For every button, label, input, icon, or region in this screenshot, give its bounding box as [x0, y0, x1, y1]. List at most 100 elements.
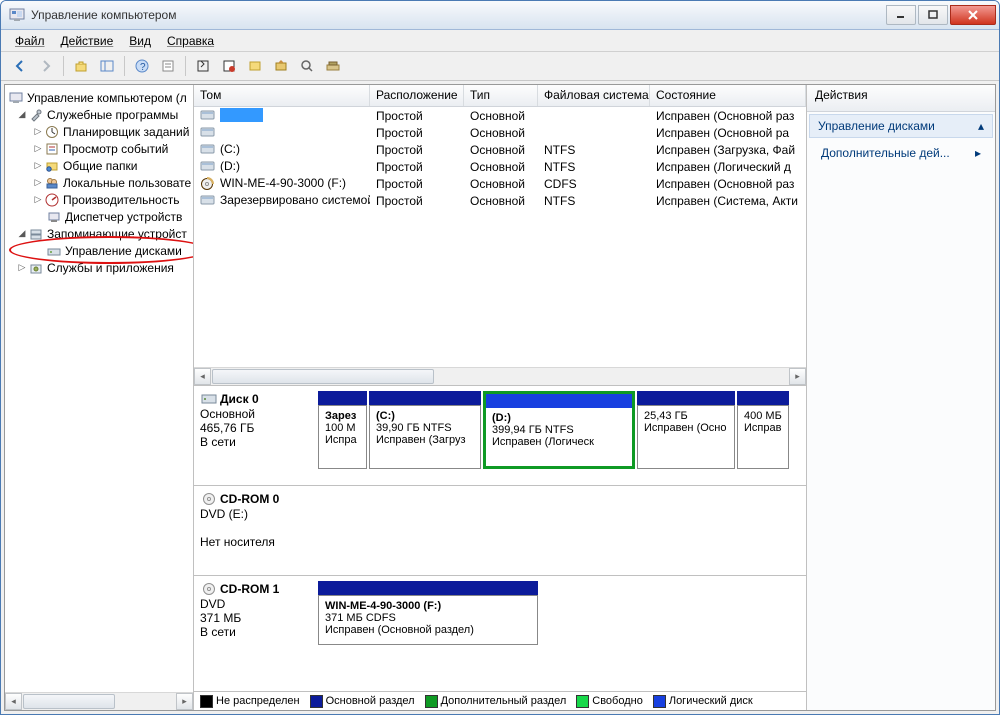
tree-horizontal-scrollbar[interactable]: ◂ ▸: [5, 692, 193, 710]
expand-icon[interactable]: ▷: [33, 177, 43, 188]
scroll-right-icon[interactable]: ▸: [789, 368, 806, 385]
volume-horizontal-scrollbar[interactable]: ◂ ▸: [194, 367, 806, 385]
expand-icon[interactable]: ▷: [33, 143, 43, 154]
menu-help[interactable]: Справка: [159, 32, 222, 50]
expand-icon[interactable]: ▷: [33, 126, 43, 137]
properties-button[interactable]: [157, 55, 179, 77]
action-more[interactable]: Дополнительные дей... ▸: [807, 140, 995, 166]
col-layout[interactable]: Расположение: [370, 85, 464, 106]
expand-icon[interactable]: ▷: [33, 160, 43, 171]
col-volume[interactable]: Том: [194, 85, 370, 106]
option2-icon[interactable]: [296, 55, 318, 77]
option1-icon[interactable]: [270, 55, 292, 77]
volume-row[interactable]: ПростойОсновнойИсправен (Основной раз: [194, 107, 806, 124]
scroll-thumb[interactable]: [212, 369, 434, 384]
actions-header: Действия: [807, 85, 995, 112]
disk-size: 371 МБ: [200, 611, 318, 625]
tree-system-tools[interactable]: Служебные программы: [47, 108, 178, 122]
show-hide-tree-button[interactable]: [96, 55, 118, 77]
col-type[interactable]: Тип: [464, 85, 538, 106]
disk-type: DVD: [200, 597, 318, 611]
menu-action[interactable]: Действие: [53, 32, 122, 50]
volume-row[interactable]: (D:)ПростойОсновнойNTFSИсправен (Логичес…: [194, 158, 806, 175]
tree-local-users[interactable]: Локальные пользовате: [63, 176, 191, 190]
menu-file[interactable]: Файл: [7, 32, 53, 50]
disk-row-cdrom1[interactable]: CD-ROM 1 DVD 371 МБ В сети WIN-ME-4-90-3…: [194, 576, 806, 654]
cdrom-icon: [201, 491, 217, 507]
scroll-right-icon[interactable]: ▸: [176, 693, 193, 710]
disk-row-0[interactable]: Диск 0 Основной 465,76 ГБ В сети Зарез10…: [194, 386, 806, 486]
volume-list-body[interactable]: ПростойОсновнойИсправен (Основной разПро…: [194, 107, 806, 367]
option3-icon[interactable]: [322, 55, 344, 77]
tree-performance[interactable]: Производительность: [63, 193, 179, 207]
partition-d[interactable]: (D:)399,94 ГБ NTFSИсправен (Логическ: [483, 391, 635, 469]
volume-row[interactable]: Зарезервировано системойПростойОсновнойN…: [194, 192, 806, 209]
disk-type: DVD (E:): [200, 507, 318, 521]
help-button[interactable]: ?: [131, 55, 153, 77]
volume-row[interactable]: ПростойОсновнойИсправен (Основной ра: [194, 124, 806, 141]
minimize-button[interactable]: [886, 5, 916, 25]
collapse-icon[interactable]: ◢: [17, 228, 27, 239]
refresh-button[interactable]: [192, 55, 214, 77]
col-status[interactable]: Состояние: [650, 85, 806, 106]
tree-task-scheduler[interactable]: Планировщик заданий: [63, 125, 189, 139]
disk-status: В сети: [200, 435, 318, 449]
disk-header-cdrom1: CD-ROM 1 DVD 371 МБ В сети: [200, 581, 318, 649]
tool-icon[interactable]: [218, 55, 240, 77]
volume-list-header: Том Расположение Тип Файловая система Со…: [194, 85, 806, 107]
event-viewer-icon: [44, 141, 60, 157]
menu-view[interactable]: Вид: [121, 32, 159, 50]
tree-storage[interactable]: Запоминающие устройст: [47, 227, 187, 241]
col-filesystem[interactable]: Файловая система: [538, 85, 650, 106]
tree-event-viewer[interactable]: Просмотр событий: [63, 142, 168, 156]
tree-disk-management[interactable]: Управление дисками: [65, 244, 182, 258]
collapse-icon[interactable]: ◢: [17, 109, 27, 120]
tree-device-manager[interactable]: Диспетчер устройств: [65, 210, 182, 224]
scroll-left-icon[interactable]: ◂: [5, 693, 22, 710]
window-title: Управление компьютером: [31, 8, 885, 22]
collapse-icon[interactable]: ▴: [978, 119, 984, 133]
navigation-tree-pane: Управление компьютером (л ◢ Служебные пр…: [5, 85, 194, 710]
tree-services-apps[interactable]: Службы и приложения: [47, 261, 174, 275]
app-icon: [9, 7, 25, 23]
disk-type: Основной: [200, 407, 318, 421]
expand-icon[interactable]: ▷: [33, 194, 43, 205]
disk-row-cdrom0[interactable]: CD-ROM 0 DVD (E:) Нет носителя: [194, 486, 806, 576]
settings-icon[interactable]: [244, 55, 266, 77]
partition-c[interactable]: (C:)39,90 ГБ NTFSИсправен (Загруз: [369, 391, 481, 469]
disk-map: Диск 0 Основной 465,76 ГБ В сети Зарез10…: [194, 386, 806, 691]
separator: [185, 56, 186, 76]
device-manager-icon: [46, 209, 62, 225]
actions-group[interactable]: Управление дисками ▴: [809, 114, 993, 138]
scroll-thumb[interactable]: [23, 694, 115, 709]
svg-text:?: ?: [140, 62, 146, 73]
legend-free: Свободно: [592, 695, 643, 707]
disk-status: Нет носителя: [200, 535, 318, 549]
toolbar: ?: [1, 52, 999, 81]
separator: [124, 56, 125, 76]
partition-cd-f[interactable]: WIN-ME-4-90-3000 (F:)371 МБ CDFSИсправен…: [318, 581, 538, 645]
up-button[interactable]: [70, 55, 92, 77]
forward-button[interactable]: [35, 55, 57, 77]
partition-reserved[interactable]: Зарез100 МИспра: [318, 391, 367, 469]
partition-400mb[interactable]: 400 МБИсправ: [737, 391, 789, 469]
maximize-button[interactable]: [918, 5, 948, 25]
back-button[interactable]: [9, 55, 31, 77]
navigation-tree[interactable]: Управление компьютером (л ◢ Служебные пр…: [5, 85, 193, 692]
shared-folders-icon: [44, 158, 60, 174]
disk-name: CD-ROM 1: [220, 582, 279, 596]
computer-icon: [8, 90, 24, 106]
hdd-icon: [201, 391, 217, 407]
tree-root[interactable]: Управление компьютером (л: [27, 91, 187, 105]
close-button[interactable]: [950, 5, 996, 25]
expand-icon[interactable]: ▷: [17, 262, 27, 273]
chevron-right-icon: ▸: [975, 146, 981, 160]
tree-shared-folders[interactable]: Общие папки: [63, 159, 137, 173]
scroll-left-icon[interactable]: ◂: [194, 368, 211, 385]
partition-unlabeled-25gb[interactable]: 25,43 ГБИсправен (Осно: [637, 391, 735, 469]
volume-row[interactable]: WIN-ME-4-90-3000 (F:)ПростойОсновнойCDFS…: [194, 175, 806, 192]
volume-list: Том Расположение Тип Файловая система Со…: [194, 85, 806, 386]
storage-icon: [28, 226, 44, 242]
volume-row[interactable]: (C:)ПростойОсновнойNTFSИсправен (Загрузк…: [194, 141, 806, 158]
separator: [63, 56, 64, 76]
